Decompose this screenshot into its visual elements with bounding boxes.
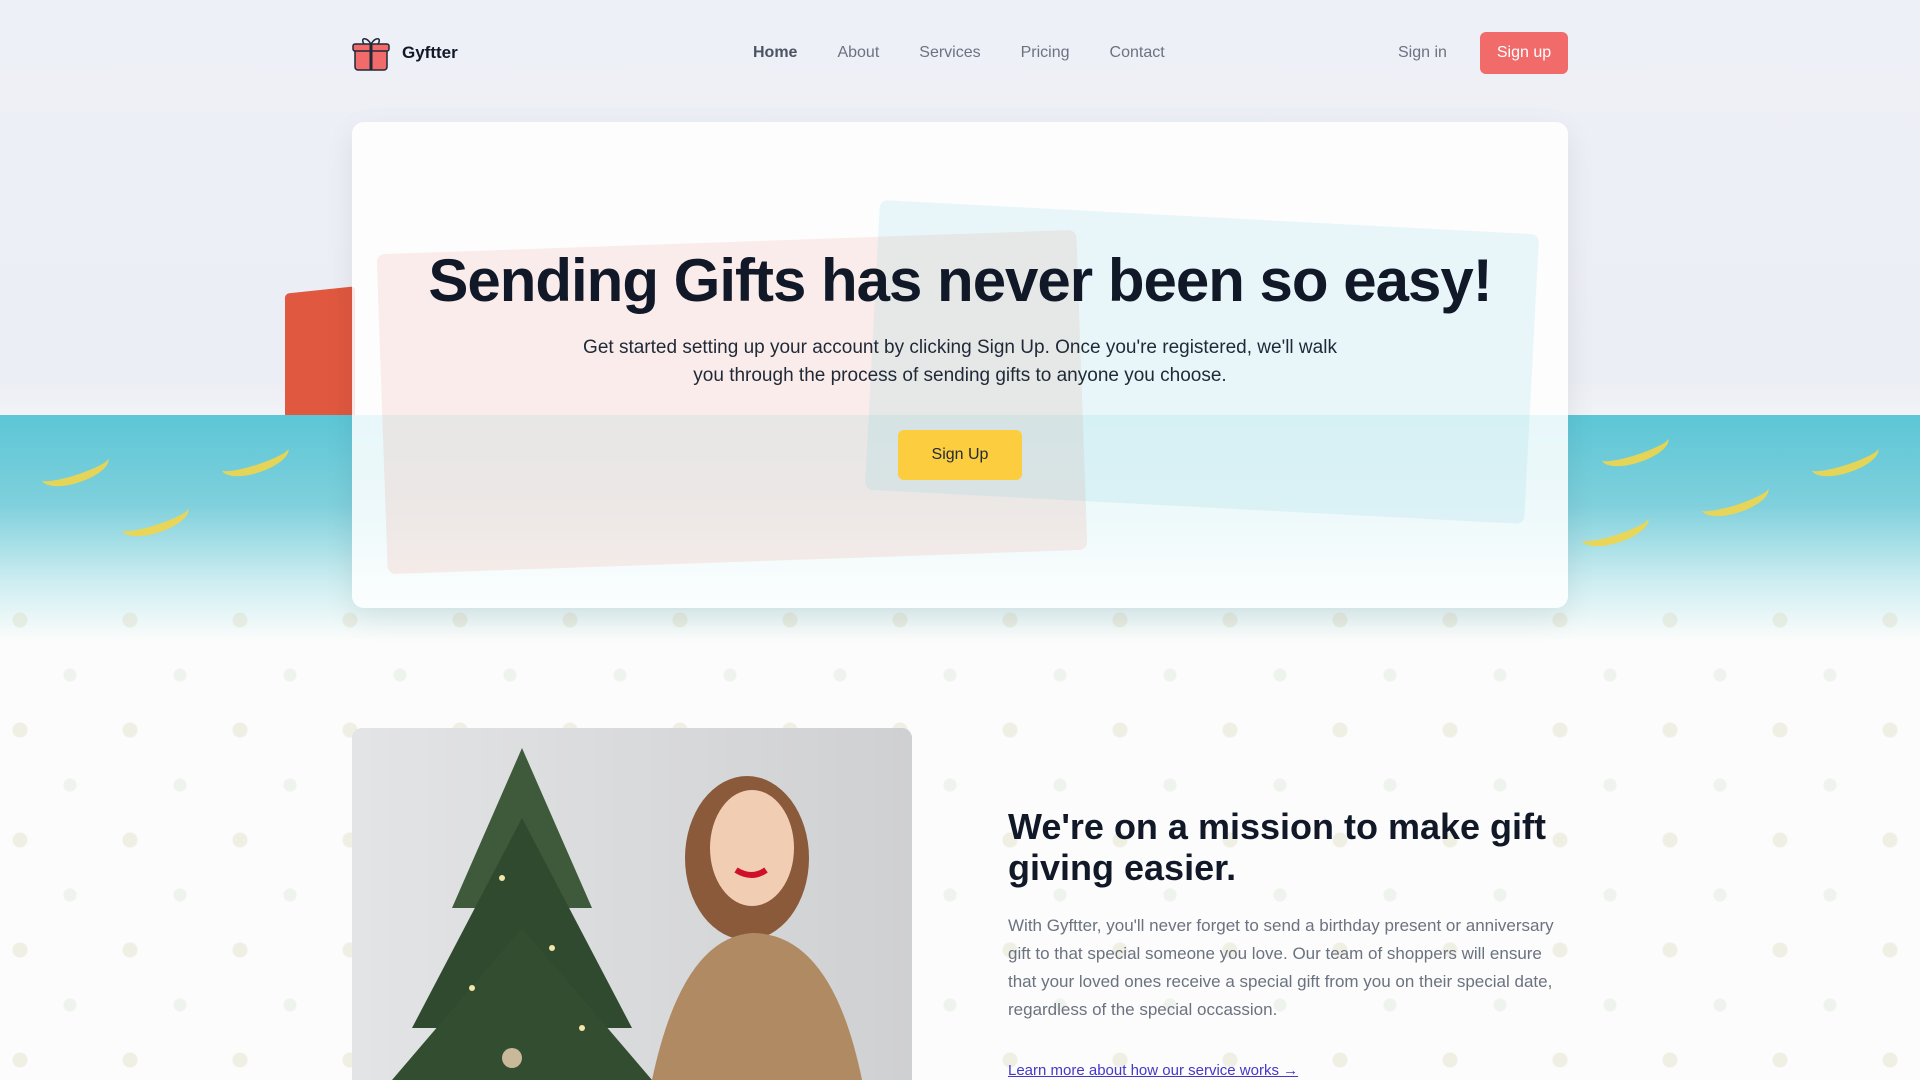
brand-name: Gyftter [402,43,458,62]
christmas-tree-illustration [392,748,862,1080]
hero-card: Sending Gifts has never been so easy! Ge… [352,122,1568,608]
sign-up-button[interactable]: Sign up [1480,32,1568,74]
nav-about[interactable]: About [837,44,879,62]
nav-contact[interactable]: Contact [1110,44,1165,62]
hero-subtitle: Get started setting up your account by c… [583,337,1337,386]
mission-text: With Gyftter, you'll never forget to sen… [1008,916,1554,1019]
learn-more-link[interactable]: Learn more about how our service works → [1008,1062,1298,1079]
gift-icon [352,38,390,71]
hero-title: Sending Gifts has never been so easy! [428,247,1492,314]
nav-services[interactable]: Services [919,44,980,62]
main-nav: Home About Services Pricing Contact [753,32,1165,74]
nav-home[interactable]: Home [753,44,797,62]
woman-christmas-photo [352,728,912,1080]
logo[interactable]: Gyftter [352,34,458,72]
mission-title: We're on a mission to make gift giving e… [1008,806,1547,888]
floral-pattern-background [0,600,1920,1080]
site-header: Gyftter Home About Services Pricing Cont… [352,32,1568,74]
nav-pricing[interactable]: Pricing [1021,44,1070,62]
sign-in-link[interactable]: Sign in [1398,32,1447,74]
hero-sign-up-button[interactable]: Sign Up [898,430,1022,480]
